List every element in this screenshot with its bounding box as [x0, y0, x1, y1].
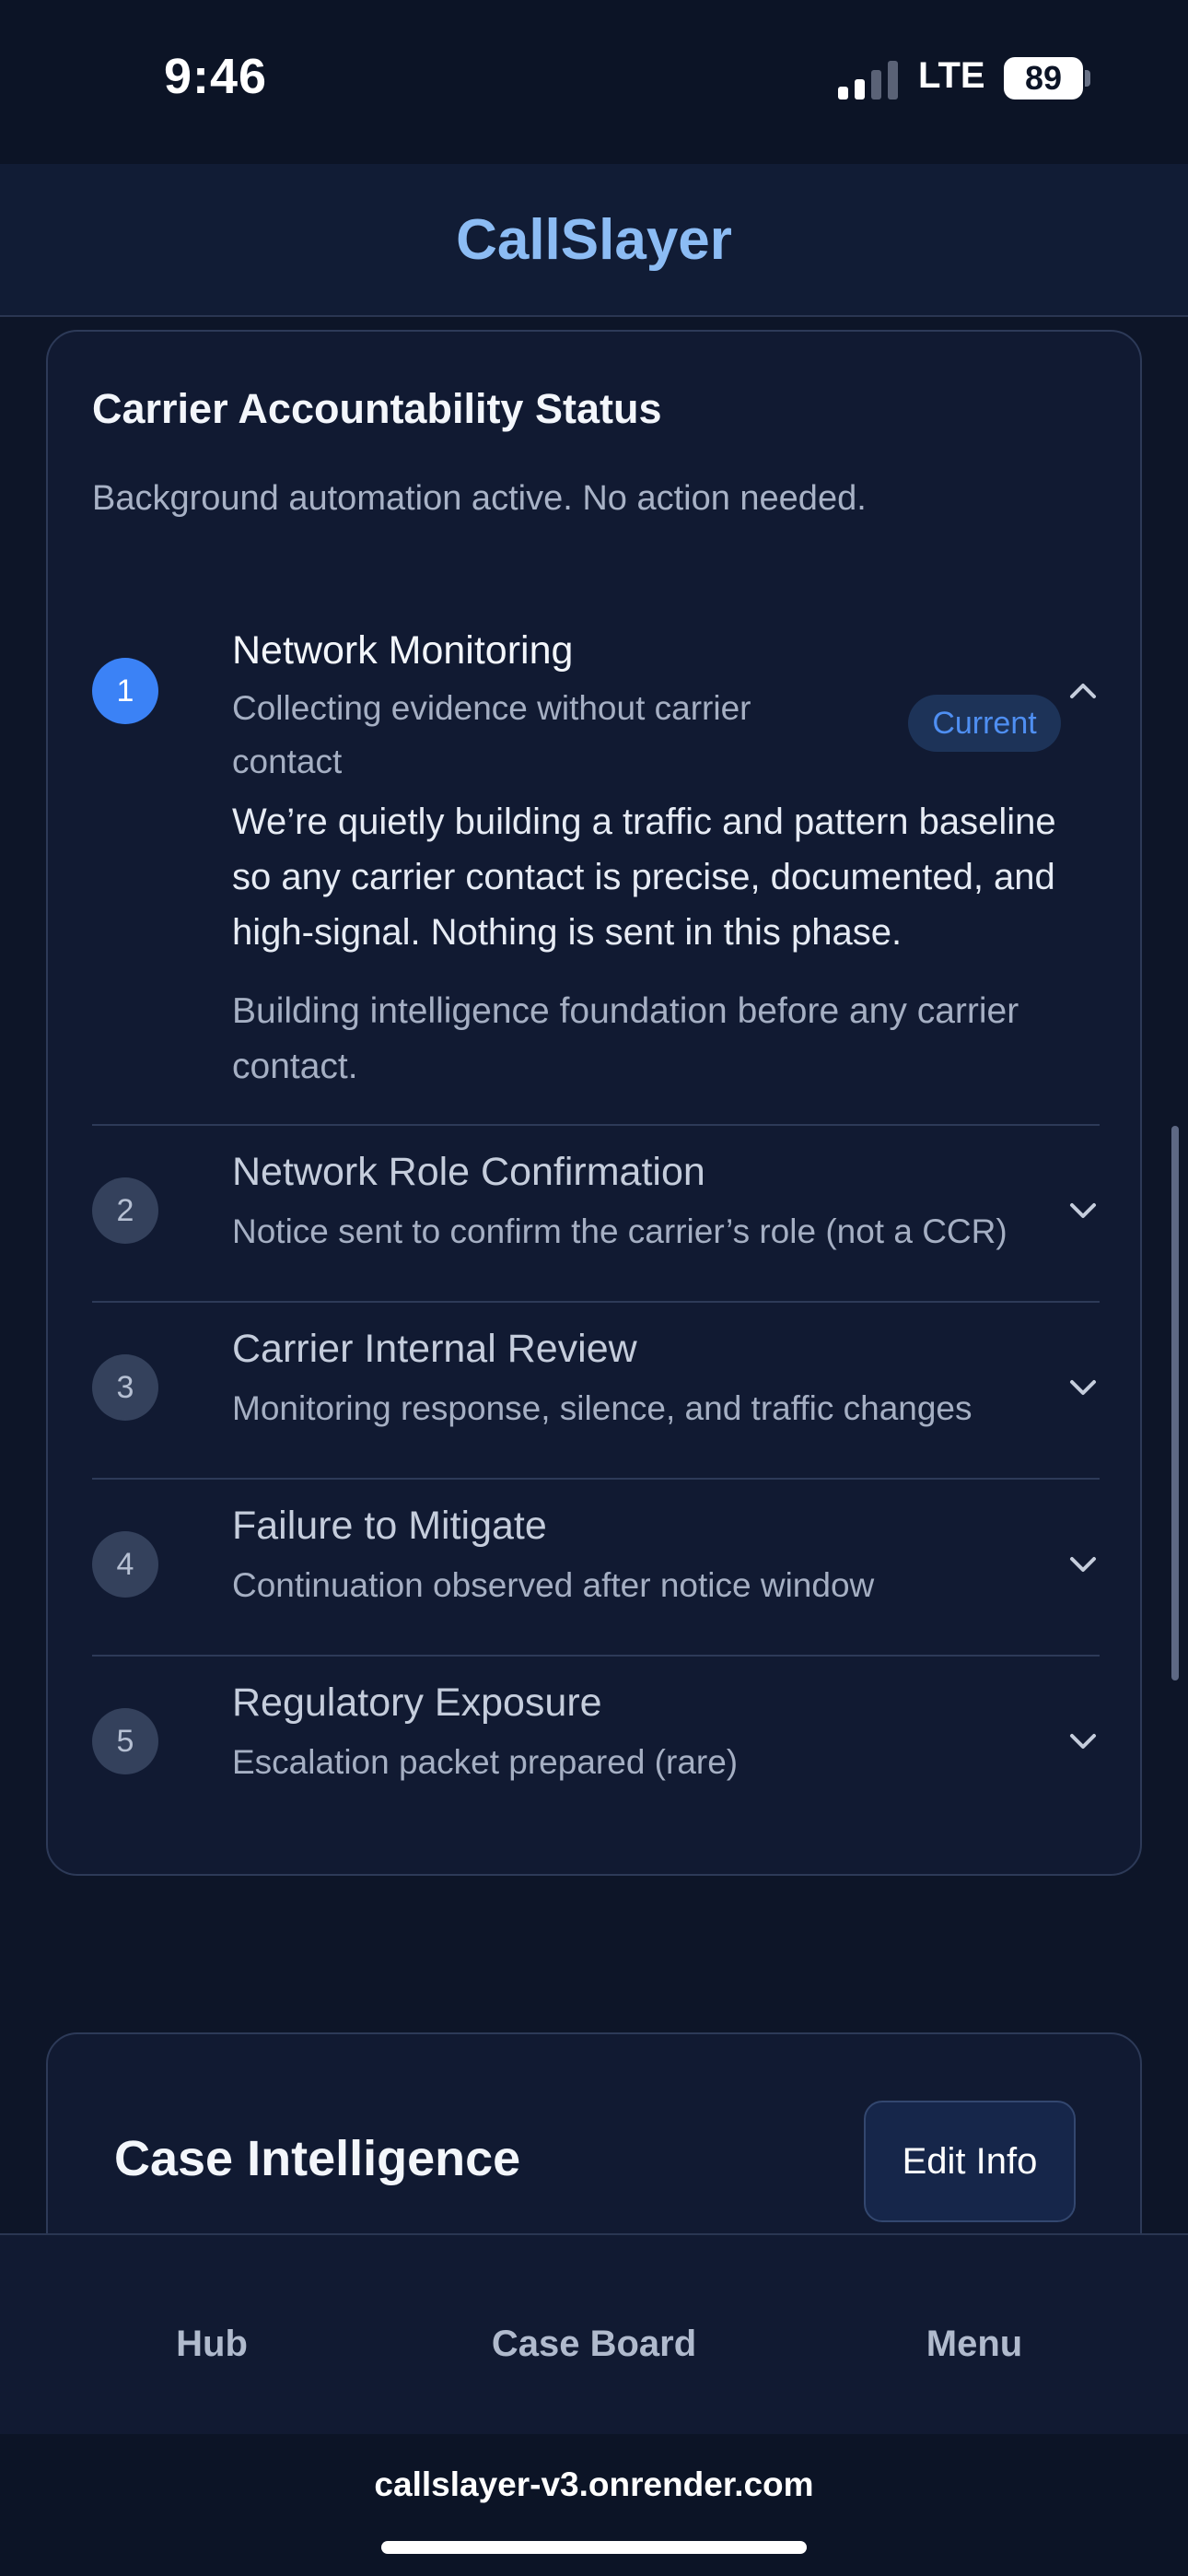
step-description: Monitoring response, silence, and traffi… [232, 1389, 973, 1427]
step-carrier-internal-review[interactable]: 3 Carrier Internal Review Monitoring res… [92, 1301, 1100, 1478]
step-number-badge: 4 [92, 1531, 158, 1598]
battery-icon: 89 [1004, 57, 1083, 100]
card-subtitle: Background automation active. No action … [92, 479, 867, 518]
carrier-status-card: Carrier Accountability Status Background… [46, 330, 1142, 1876]
status-time: 9:46 [164, 49, 268, 104]
step-title: Failure to Mitigate [232, 1504, 547, 1548]
step-number-badge: 5 [92, 1708, 158, 1774]
step-network-role-confirmation[interactable]: 2 Network Role Confirmation Notice sent … [92, 1124, 1100, 1301]
chevron-down-icon[interactable] [1066, 1371, 1100, 1404]
bottom-nav: Hub Case Board Menu [0, 2233, 1188, 2434]
scrollbar[interactable] [1171, 1126, 1179, 1680]
step-title: Regulatory Exposure [232, 1680, 602, 1725]
step-network-monitoring[interactable]: 1 Network Monitoring Collecting evidence… [92, 608, 1100, 1126]
battery-nub [1085, 70, 1090, 87]
app-header: CallSlayer [0, 164, 1188, 317]
nav-item-menu[interactable]: Menu [926, 2324, 1022, 2365]
step-number-badge: 1 [92, 658, 158, 724]
nav-item-case-board[interactable]: Case Board [492, 2324, 696, 2365]
step-failure-to-mitigate[interactable]: 4 Failure to Mitigate Continuation obser… [92, 1478, 1100, 1655]
network-type: LTE [918, 55, 985, 96]
step-title: Network Monitoring [232, 628, 574, 673]
status-bar: 9:46 LTE 89 [0, 0, 1188, 164]
chevron-down-icon[interactable] [1066, 1548, 1100, 1581]
edit-info-button[interactable]: Edit Info [864, 2101, 1076, 2222]
step-title: Network Role Confirmation [232, 1150, 705, 1194]
case-intelligence-title: Case Intelligence [114, 2131, 521, 2186]
step-regulatory-exposure[interactable]: 5 Regulatory Exposure Escalation packet … [92, 1655, 1100, 1832]
current-badge: Current [908, 695, 1061, 752]
step-description: Collecting evidence without carrier cont… [232, 689, 751, 780]
chevron-up-icon[interactable] [1066, 674, 1100, 708]
browser-url-bar: callslayer-v3.onrender.com [0, 2434, 1188, 2576]
step-description: Notice sent to confirm the carrier’s rol… [232, 1212, 1007, 1250]
step-description: Continuation observed after notice windo… [232, 1566, 875, 1604]
step-title: Carrier Internal Review [232, 1327, 637, 1371]
app-title[interactable]: CallSlayer [456, 207, 732, 273]
step-note: Building intelligence foundation before … [232, 991, 1019, 1086]
card-title: Carrier Accountability Status [92, 385, 662, 432]
home-indicator[interactable] [381, 2541, 807, 2554]
signal-icon [838, 61, 899, 100]
nav-item-hub[interactable]: Hub [176, 2324, 248, 2365]
chevron-down-icon[interactable] [1066, 1725, 1100, 1758]
step-detail: We’re quietly building a traffic and pat… [232, 802, 1056, 953]
url-text[interactable]: callslayer-v3.onrender.com [0, 2465, 1188, 2504]
step-number-badge: 3 [92, 1354, 158, 1421]
app-screen: 9:46 LTE 89 CallSlayer Carrier Accountab… [0, 0, 1188, 2576]
step-description: Escalation packet prepared (rare) [232, 1743, 739, 1781]
chevron-down-icon[interactable] [1066, 1194, 1100, 1227]
step-number-badge: 2 [92, 1177, 158, 1244]
